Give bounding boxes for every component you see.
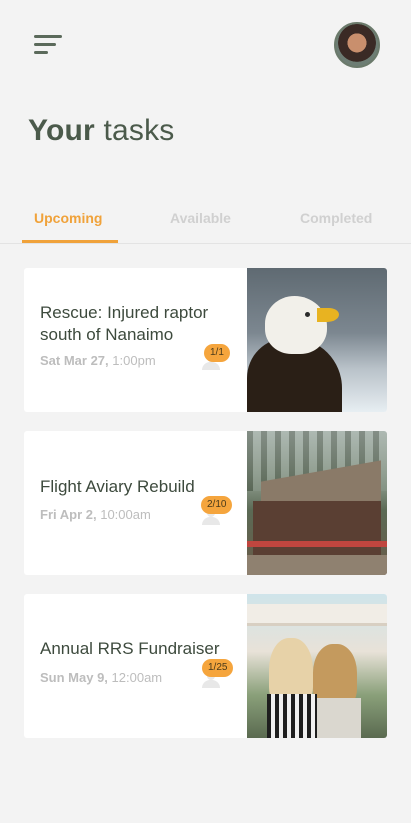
task-image <box>247 431 387 575</box>
task-date: Fri Apr 2, <box>40 507 97 522</box>
page-title-light: tasks <box>103 114 175 147</box>
task-time: 10:00am <box>100 507 151 522</box>
tab-completed[interactable]: Completed <box>300 210 372 226</box>
task-datetime: Sat Mar 27, 1:00pm <box>40 353 156 368</box>
task-title: Rescue: Injured raptor south of Nanaimo <box>40 303 209 344</box>
tab-available[interactable]: Available <box>170 210 231 226</box>
task-card[interactable]: Annual RRS Fundraiser Sun May 9, 12:00am… <box>24 594 387 738</box>
tab-upcoming[interactable]: Upcoming <box>34 210 102 226</box>
task-date: Sat Mar 27, <box>40 353 109 368</box>
task-image <box>247 594 387 738</box>
page-title: Your tasks <box>28 114 175 148</box>
task-card[interactable]: Rescue: Injured raptor south of Nanaimo … <box>24 268 387 412</box>
task-time: 1:00pm <box>112 353 156 368</box>
active-tab-indicator <box>22 240 118 243</box>
task-time: 12:00am <box>111 670 163 685</box>
task-image <box>247 268 387 412</box>
page-title-bold: Your <box>28 114 95 147</box>
menu-line <box>34 51 48 54</box>
task-title: Flight Aviary Rebuild <box>40 477 195 496</box>
task-tabs: Upcoming Available Completed <box>0 200 411 244</box>
task-date: Sun May 9, <box>40 670 108 685</box>
volunteer-count-badge: 1/1 <box>204 344 230 362</box>
task-title: Annual RRS Fundraiser <box>40 639 220 658</box>
task-card[interactable]: Flight Aviary Rebuild Fri Apr 2, 10:00am… <box>24 431 387 575</box>
task-datetime: Fri Apr 2, 10:00am <box>40 507 151 522</box>
hamburger-menu-icon[interactable] <box>34 34 64 56</box>
menu-line <box>34 43 56 46</box>
menu-line <box>34 35 62 38</box>
task-datetime: Sun May 9, 12:00am <box>40 670 162 685</box>
user-avatar[interactable] <box>334 22 380 68</box>
volunteer-count-badge: 1/25 <box>202 659 234 677</box>
volunteer-count-badge: 2/10 <box>201 496 233 514</box>
